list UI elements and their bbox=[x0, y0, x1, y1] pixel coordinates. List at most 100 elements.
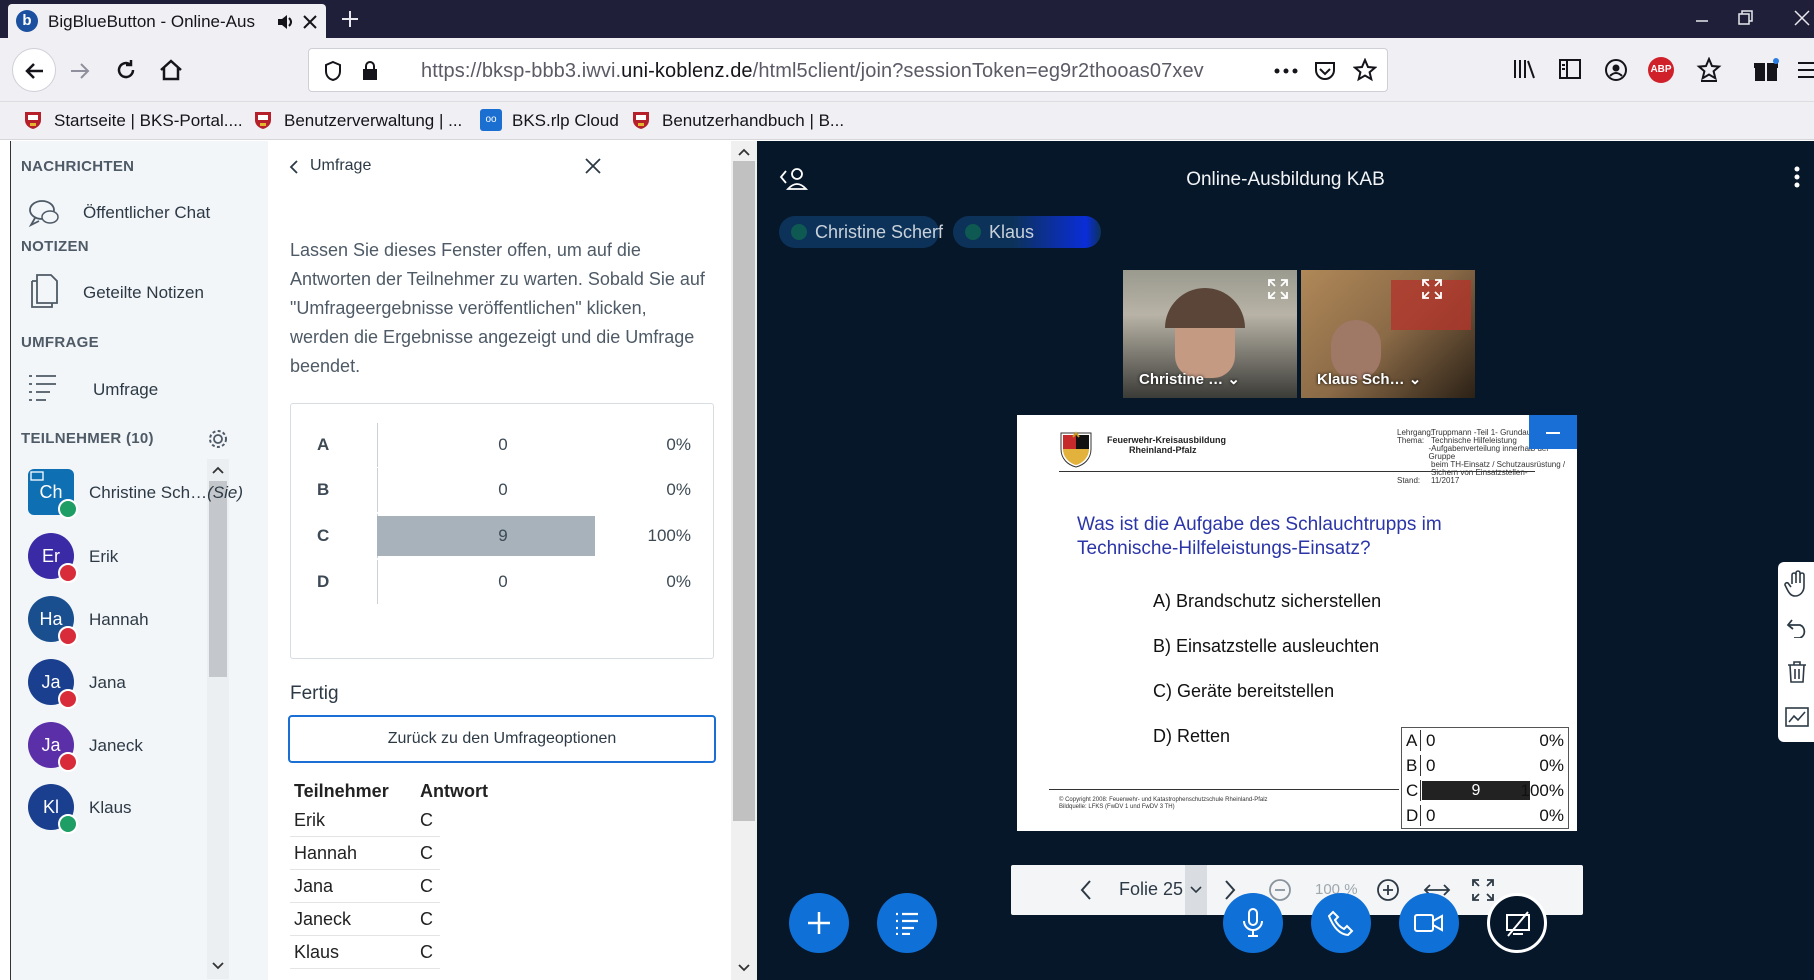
screen-share-off-icon bbox=[1506, 911, 1530, 937]
hand-tool-icon[interactable] bbox=[1784, 570, 1810, 598]
participant-item[interactable]: Ja Janeck bbox=[11, 716, 269, 776]
phone-button[interactable] bbox=[1311, 893, 1371, 953]
more-options-icon[interactable] bbox=[1793, 165, 1801, 189]
forward-icon[interactable] bbox=[68, 60, 92, 82]
back-button[interactable] bbox=[12, 48, 56, 92]
microphone-icon bbox=[1243, 908, 1263, 937]
extension-star-icon[interactable] bbox=[1696, 57, 1722, 83]
back-to-poll-options-button[interactable]: Zurück zu den Umfrageoptionen bbox=[288, 715, 716, 763]
lock-icon[interactable] bbox=[361, 60, 379, 82]
participant-name: Jana bbox=[89, 673, 126, 692]
slide-option: A) Brandschutz sicherstellen bbox=[1153, 591, 1382, 611]
sidebar-toggle-icon[interactable] bbox=[1558, 58, 1582, 80]
home-icon[interactable] bbox=[158, 58, 184, 82]
participant-item[interactable]: Ha Hannah bbox=[11, 590, 269, 650]
notes-icon bbox=[31, 274, 58, 308]
url-bar[interactable]: https://bksp-bbb3.iwvi.uni-koblenz.de/ht… bbox=[308, 48, 1388, 92]
participant-item[interactable]: Kl Klaus bbox=[11, 778, 269, 838]
microphone-status-icon bbox=[58, 499, 78, 519]
browser-tab[interactable]: b BigBlueButton - Online-Aus bbox=[8, 4, 326, 38]
poll-panel: Umfrage Lassen Sie dieses Fenster offen,… bbox=[268, 141, 757, 980]
coat-of-arms-icon bbox=[633, 112, 649, 129]
poll-button[interactable] bbox=[877, 893, 937, 953]
gear-icon[interactable] bbox=[207, 428, 229, 450]
adblock-icon[interactable]: ABP bbox=[1648, 57, 1674, 83]
fullscreen-icon[interactable] bbox=[1471, 878, 1495, 902]
bookmarks-bar: Startseite | BKS-Portal.... Benutzerverw… bbox=[0, 102, 1814, 140]
poll-panel-title: Umfrage bbox=[310, 157, 372, 174]
scrollbar-thumb[interactable] bbox=[733, 161, 755, 821]
bookmark-star-icon[interactable] bbox=[1353, 58, 1377, 82]
chevron-down-icon[interactable] bbox=[738, 963, 750, 973]
account-icon[interactable] bbox=[1604, 58, 1628, 82]
talking-indicator[interactable]: Klaus bbox=[953, 216, 1101, 248]
public-chat-item[interactable]: Öffentlicher Chat bbox=[11, 185, 269, 241]
minimize-slide-button[interactable] bbox=[1529, 415, 1577, 449]
slide-question: Was ist die Aufgabe des Schlauchtrupps i… bbox=[1077, 514, 1442, 559]
actions-button[interactable] bbox=[789, 893, 849, 953]
video-name[interactable]: Christine … ⌄ bbox=[1139, 370, 1240, 388]
close-icon[interactable] bbox=[584, 157, 602, 175]
participant-hair bbox=[1165, 288, 1245, 328]
chevron-down-icon[interactable] bbox=[212, 961, 224, 971]
previous-slide-icon[interactable] bbox=[1079, 879, 1093, 901]
messages-section-title: NACHRICHTEN bbox=[21, 158, 135, 175]
slide-header-line bbox=[1059, 471, 1535, 472]
shield-icon[interactable] bbox=[323, 60, 343, 82]
whiteboard-toolbar bbox=[1778, 562, 1814, 742]
slide-dropdown[interactable] bbox=[1185, 865, 1207, 915]
microphone-status-icon bbox=[58, 814, 78, 834]
library-icon[interactable] bbox=[1512, 58, 1536, 80]
talking-indicator[interactable]: Christine Scherf bbox=[779, 216, 943, 248]
participants-section-title: TEILNEHMER (10) bbox=[21, 430, 154, 447]
participant-item[interactable]: Ja Jana bbox=[11, 653, 269, 713]
fullscreen-icon[interactable] bbox=[1421, 278, 1443, 300]
list-icon bbox=[896, 912, 918, 935]
minus-icon bbox=[1546, 432, 1560, 434]
undo-icon[interactable] bbox=[1786, 616, 1810, 638]
webcam-video[interactable]: Klaus Sch… ⌄ bbox=[1301, 270, 1475, 398]
webcam-video[interactable]: Christine … ⌄ bbox=[1123, 270, 1297, 398]
reload-icon[interactable] bbox=[114, 58, 138, 82]
poll-panel-scrollbar[interactable] bbox=[731, 141, 757, 980]
shared-notes-item[interactable]: Geteilte Notizen bbox=[11, 263, 269, 319]
slide-option: D) Retten bbox=[1153, 726, 1231, 746]
slide-selector[interactable]: Folie 25 bbox=[1119, 879, 1183, 900]
arrow-left-icon bbox=[25, 63, 43, 79]
restore-icon[interactable] bbox=[1736, 8, 1756, 28]
chevron-down-icon bbox=[1190, 886, 1202, 894]
microphone-button[interactable] bbox=[1223, 893, 1283, 953]
multi-user-whiteboard-icon[interactable] bbox=[1784, 706, 1810, 728]
zoom-in-icon[interactable] bbox=[1375, 877, 1401, 903]
coat-of-arms-icon bbox=[25, 112, 41, 129]
slide-poll-results: A 0 0% B 0 0% C 9 100% D 0 0% bbox=[1401, 727, 1569, 829]
participant-name: Erik bbox=[89, 547, 119, 566]
video-name[interactable]: Klaus Sch… ⌄ bbox=[1317, 370, 1421, 388]
minimize-icon[interactable] bbox=[1692, 10, 1712, 30]
participant-item[interactable]: Er Erik bbox=[11, 527, 269, 587]
new-tab-icon[interactable] bbox=[340, 9, 360, 29]
participant-item[interactable]: Ch Christine Sch…(Sie) bbox=[11, 463, 269, 523]
poll-back-link[interactable]: Umfrage bbox=[288, 153, 488, 183]
done-label: Fertig bbox=[290, 683, 339, 704]
pocket-icon[interactable] bbox=[1313, 59, 1337, 83]
user-list-sidebar: NACHRICHTEN Öffentlicher Chat NOTIZEN Ge… bbox=[10, 141, 269, 980]
chevron-up-icon[interactable] bbox=[738, 147, 750, 157]
menu-icon[interactable] bbox=[1796, 60, 1814, 80]
poll-section-title: UMFRAGE bbox=[21, 334, 99, 351]
close-window-icon[interactable] bbox=[1792, 8, 1812, 28]
poll-item[interactable]: Umfrage bbox=[11, 360, 269, 416]
close-tab-icon[interactable] bbox=[302, 14, 318, 30]
page-actions-icon[interactable] bbox=[1273, 67, 1299, 75]
trash-icon[interactable] bbox=[1786, 660, 1808, 684]
list-icon bbox=[29, 375, 56, 401]
fullscreen-icon[interactable] bbox=[1267, 278, 1289, 300]
url-text[interactable]: https://bksp-bbb3.iwvi.uni-koblenz.de/ht… bbox=[421, 60, 1204, 83]
gift-icon[interactable] bbox=[1752, 56, 1780, 84]
shared-notes-label: Geteilte Notizen bbox=[83, 283, 204, 302]
screen-share-button[interactable] bbox=[1487, 893, 1547, 953]
speaker-icon[interactable] bbox=[276, 13, 296, 31]
avatar: Ch bbox=[28, 469, 78, 519]
camera-button[interactable] bbox=[1399, 893, 1459, 953]
table-row: Jana C bbox=[290, 870, 720, 903]
